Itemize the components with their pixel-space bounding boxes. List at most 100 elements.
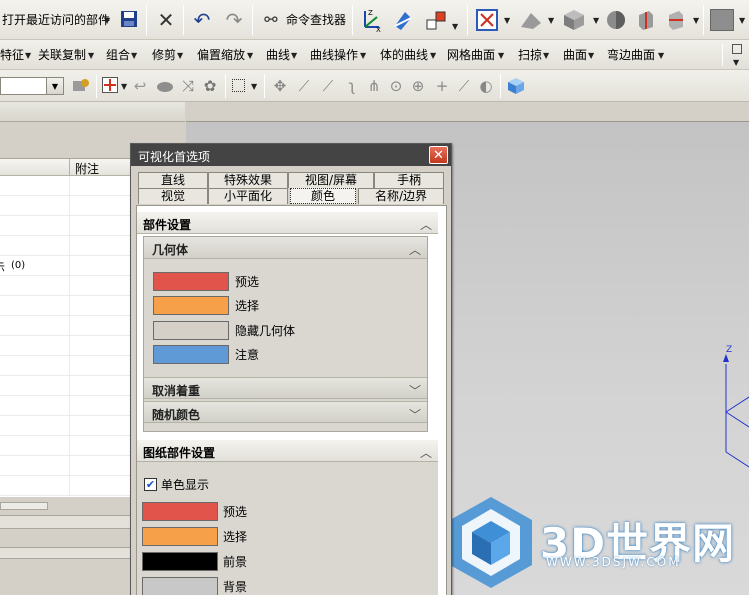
attention-color-swatch[interactable] — [153, 345, 229, 364]
background-dropdown-icon[interactable]: ▼ — [739, 16, 745, 25]
layer-settings-icon[interactable] — [422, 6, 450, 34]
fit-view-dropdown-icon[interactable]: ▼ — [504, 16, 510, 25]
menu-feature[interactable]: 特征 — [0, 48, 24, 62]
redo-icon[interactable]: ↷ — [222, 8, 246, 32]
section-view-icon[interactable] — [634, 8, 658, 32]
select-face-icon[interactable]: ✿ — [200, 76, 220, 96]
tab-name-border[interactable]: 名称/边界 — [358, 188, 444, 204]
menu-trim[interactable]: 修剪 — [152, 48, 176, 62]
model-cube-icon[interactable] — [506, 76, 526, 96]
snap-point-icon[interactable] — [102, 77, 118, 93]
wcs-axes-icon[interactable]: ZX — [358, 6, 384, 34]
rectangle-select-icon[interactable] — [232, 79, 245, 92]
save-icon[interactable] — [118, 8, 140, 30]
orient-icon[interactable] — [390, 6, 416, 34]
menu-sweep[interactable]: 扫掠 — [518, 48, 542, 62]
menu-combine-dropdown-icon[interactable]: ▼ — [131, 51, 137, 60]
tab-faceting[interactable]: 小平面化 — [208, 188, 288, 204]
toolbar-options-icon[interactable]: ▼ — [733, 58, 739, 67]
tab-handles[interactable]: 手柄 — [374, 172, 444, 188]
drawing-preselect-color-swatch[interactable] — [142, 502, 218, 521]
binoculars-icon[interactable]: ⚯ — [259, 10, 283, 30]
snap-intersection-icon[interactable]: ⋔ — [364, 76, 384, 96]
menu-curve-operations[interactable]: 曲线操作 — [310, 48, 358, 62]
select-body-icon[interactable] — [154, 76, 176, 96]
chevron-up-icon[interactable]: ︿ — [420, 444, 432, 461]
tab-line[interactable]: 直线 — [138, 172, 208, 188]
menu-associative-copy[interactable]: 关联复制 — [38, 48, 86, 62]
clip-section-icon[interactable] — [664, 8, 688, 32]
section-dropdown-icon[interactable]: ▼ — [693, 16, 699, 25]
geometry-header[interactable]: 几何体 ︿ — [144, 237, 427, 259]
drawing-settings-header[interactable]: 图纸部件设置 ︿ — [137, 440, 438, 462]
menu-offset-scale-dropdown-icon[interactable]: ▼ — [247, 51, 253, 60]
chevron-up-icon[interactable]: ︿ — [420, 216, 432, 233]
chevron-down-icon[interactable]: ﹀ — [409, 382, 421, 399]
shaded-face-icon[interactable] — [518, 8, 544, 32]
recent-parts-button[interactable]: 打开最近访问的部件 — [2, 13, 110, 27]
sphere-icon[interactable] — [604, 8, 628, 32]
foreground-color-swatch[interactable] — [142, 552, 218, 571]
tab-special-effects[interactable]: 特殊效果 — [208, 172, 288, 188]
menu-sweep-dropdown-icon[interactable]: ▼ — [543, 51, 549, 60]
menu-surface-dropdown-icon[interactable]: ▼ — [588, 51, 594, 60]
snap-existing-point-icon[interactable]: + — [432, 76, 452, 96]
snap-arc-icon[interactable]: ʅ — [342, 76, 362, 96]
rectangle-select-dropdown-icon[interactable]: ▼ — [251, 82, 257, 91]
menu-body-curves[interactable]: 体的曲线 — [380, 48, 428, 62]
tab-color[interactable]: 颜色 — [290, 188, 356, 204]
cut-icon[interactable]: ✕ — [154, 8, 178, 32]
menu-offset-scale[interactable]: 偏置缩放 — [197, 48, 245, 62]
type-filter-dropdown-icon[interactable]: ▼ — [46, 78, 63, 94]
background-color-icon[interactable] — [710, 9, 734, 31]
snap-dropdown-icon[interactable]: ▼ — [121, 82, 127, 91]
snap-line-icon[interactable]: ⟋ — [318, 76, 338, 96]
column-note-header[interactable]: 附注 — [75, 160, 99, 177]
chevron-down-icon[interactable]: ﹀ — [409, 406, 421, 423]
part-settings-header[interactable]: 部件设置 ︿ — [137, 212, 438, 234]
chevron-up-icon[interactable]: ︿ — [409, 241, 421, 258]
horizontal-scrollbar[interactable] — [0, 502, 48, 510]
filter-reset-icon[interactable] — [70, 76, 92, 96]
menu-feature-dropdown-icon[interactable]: ▼ — [25, 51, 31, 60]
recent-parts-dropdown-icon[interactable]: ▼ — [104, 16, 110, 25]
menu-flange-surface[interactable]: 弯边曲面 — [607, 48, 655, 62]
shaded-cube-icon[interactable] — [560, 7, 588, 33]
menu-trim-dropdown-icon[interactable]: ▼ — [177, 51, 183, 60]
snap-midpoint-icon[interactable]: ⟋ — [294, 76, 314, 96]
dialog-title-bar[interactable]: 可视化首选项 ✕ — [131, 144, 451, 166]
render-style-dropdown-icon[interactable]: ▼ — [548, 16, 554, 25]
snap-quadrant-icon[interactable]: ⊕ — [408, 76, 428, 96]
menu-mesh-surface-dropdown-icon[interactable]: ▼ — [498, 51, 504, 60]
snap-center-icon[interactable]: ⊙ — [386, 76, 406, 96]
view-orientation-dropdown-icon[interactable]: ▼ — [593, 16, 599, 25]
snap-on-surface-icon[interactable]: ◐ — [476, 76, 496, 96]
preselect-color-swatch[interactable] — [153, 272, 229, 291]
menu-surface[interactable]: 曲面 — [563, 48, 587, 62]
snap-on-curve-icon[interactable]: ⟋ — [454, 76, 474, 96]
undo-icon[interactable]: ↶ — [190, 8, 214, 32]
select-feature-icon[interactable]: ⤨ — [178, 76, 198, 96]
hidden-geometry-color-swatch[interactable] — [153, 321, 229, 340]
menu-mesh-surface[interactable]: 网格曲面 — [447, 48, 495, 62]
select-curve-icon[interactable]: ↩ — [131, 76, 149, 96]
deemphasis-header[interactable]: 取消着重 ﹀ — [144, 377, 427, 399]
menu-flange-surface-dropdown-icon[interactable]: ▼ — [658, 51, 664, 60]
menu-curve-dropdown-icon[interactable]: ▼ — [291, 51, 297, 60]
menu-associative-copy-dropdown-icon[interactable]: ▼ — [88, 51, 94, 60]
tab-visual[interactable]: 视觉 — [138, 188, 208, 204]
command-finder-button[interactable]: 命令查找器 — [286, 13, 346, 27]
select-color-swatch[interactable] — [153, 296, 229, 315]
toolbar-restore-icon[interactable] — [732, 44, 742, 54]
menu-curve[interactable]: 曲线 — [266, 48, 290, 62]
background-color-swatch[interactable] — [142, 577, 218, 595]
layer-dropdown-icon[interactable]: ▼ — [452, 22, 458, 31]
menu-combine[interactable]: 组合 — [106, 48, 130, 62]
drawing-select-color-swatch[interactable] — [142, 527, 218, 546]
menu-curve-operations-dropdown-icon[interactable]: ▼ — [360, 51, 366, 60]
random-color-header[interactable]: 随机颜色 ﹀ — [144, 401, 427, 423]
tab-view-screen[interactable]: 视图/屏幕 — [288, 172, 374, 188]
menu-body-curves-dropdown-icon[interactable]: ▼ — [430, 51, 436, 60]
mono-display-checkbox[interactable]: ✔ — [144, 478, 157, 491]
column-divider[interactable] — [69, 159, 70, 176]
